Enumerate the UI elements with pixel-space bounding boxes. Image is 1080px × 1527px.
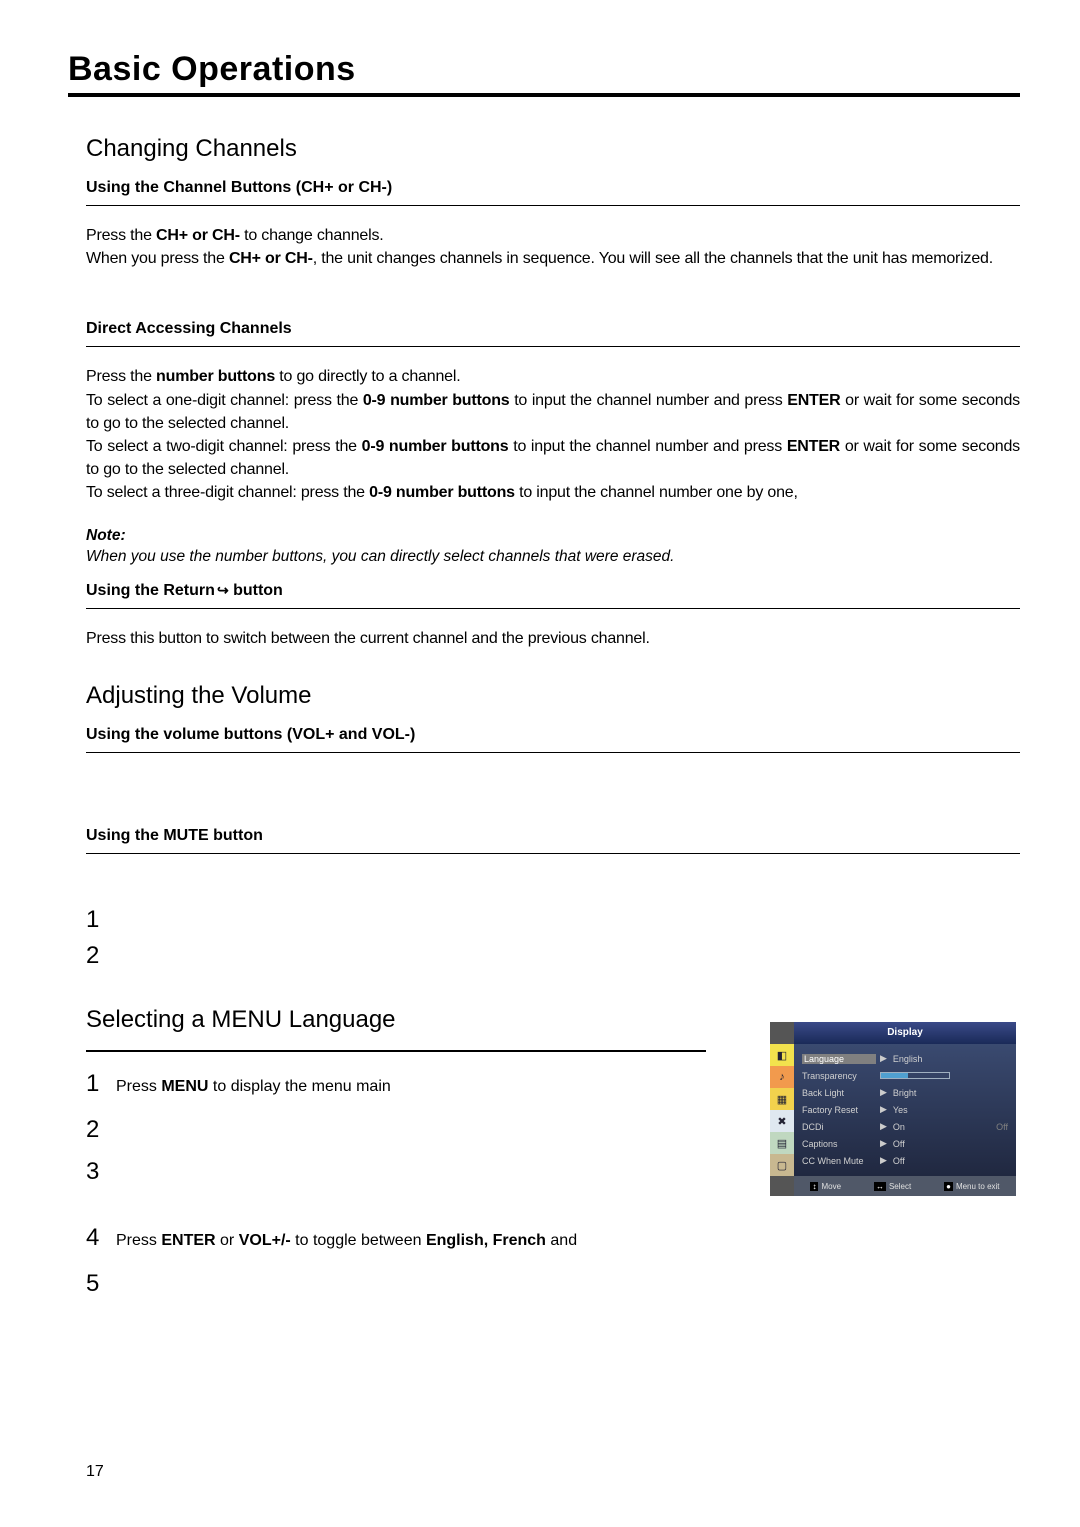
osd-tab-icon: ✖: [770, 1110, 794, 1132]
subheading-direct-access: Direct Accessing Channels: [86, 320, 1020, 347]
para-press-ch: Press the CH+ or CH- to change channels.…: [86, 224, 1020, 270]
osd-row-language: Language▶English: [802, 1050, 1008, 1067]
subheading-return-button: Using the Return ↩button: [86, 582, 1020, 609]
rule: [86, 1050, 706, 1052]
osd-row-transparency: Transparency: [802, 1067, 1008, 1084]
osd-row-backlight: Back Light▶Bright: [802, 1084, 1008, 1101]
subheading-channel-buttons: Using the Channel Buttons (CH+ or CH-): [86, 179, 1020, 206]
osd-row-captions: Captions▶Off: [802, 1135, 1008, 1152]
subheading-mute: Using the MUTE button: [86, 827, 1020, 854]
osd-row-factory-reset: Factory Reset▶Yes: [802, 1101, 1008, 1118]
osd-hint-exit: ●Menu to exit: [944, 1182, 999, 1191]
volume-step-1: 1: [86, 902, 1020, 938]
osd-tab-icon: ▤: [770, 1132, 794, 1154]
menu-step-5: 5: [86, 1266, 1020, 1302]
osd-tab-icon: ◧: [770, 1044, 794, 1066]
osd-title: Display: [794, 1022, 1016, 1044]
volume-step-2: 2: [86, 938, 1020, 974]
slider-icon: [880, 1072, 950, 1079]
osd-hint-move: ↕Move: [810, 1182, 841, 1191]
subheading-volume-buttons: Using the volume buttons (VOL+ and VOL-): [86, 726, 1020, 753]
osd-row-dcdi: DCDi▶OnOff: [802, 1118, 1008, 1135]
para-return: Press this button to switch between the …: [86, 627, 1020, 650]
osd-hint-select: ↔Select: [874, 1182, 911, 1191]
osd-row-cc-mute: CC When Mute▶Off: [802, 1152, 1008, 1169]
page-title: Basic Operations: [68, 50, 1020, 97]
osd-tab-icon: ▦: [770, 1088, 794, 1110]
heading-changing-channels: Changing Channels: [86, 135, 1020, 163]
osd-display-menu: Display ◧ ♪ ▦ ✖ ▤ ▢ Language▶English Tra…: [770, 1022, 1016, 1196]
page-number: 17: [86, 1463, 104, 1481]
note-block: Note: When you use the number buttons, y…: [86, 525, 1020, 568]
osd-tab-icon: ♪: [770, 1066, 794, 1088]
menu-step-4: 4 Press ENTER or VOL+/- to toggle betwee…: [86, 1220, 1020, 1256]
para-direct-access: Press the number buttons to go directly …: [86, 365, 1020, 504]
heading-adjust-volume: Adjusting the Volume: [86, 682, 1020, 710]
return-icon: ↩: [217, 582, 229, 599]
osd-tab-icon: ▢: [770, 1154, 794, 1176]
